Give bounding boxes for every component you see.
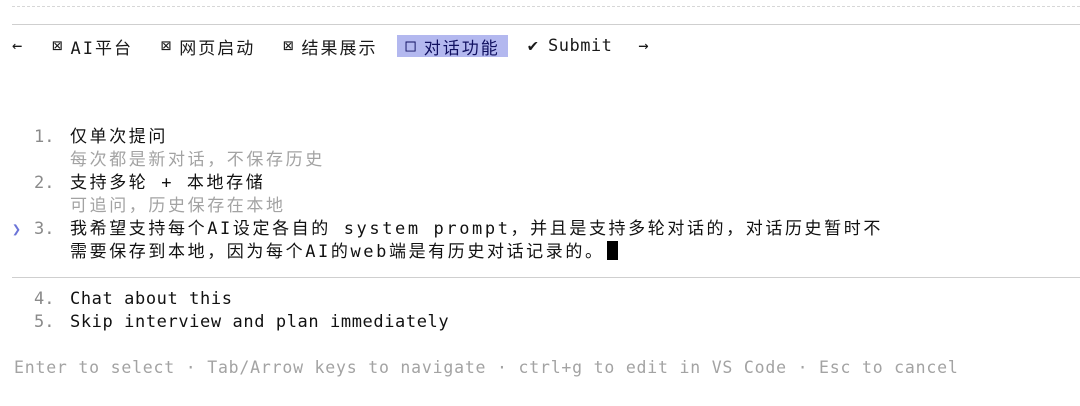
option-label: 仅单次提问 xyxy=(70,127,168,147)
tab-web-launch[interactable]: ⊠ 网页启动 xyxy=(153,35,263,59)
option-2-description-row: 可追问，历史保存在本地 xyxy=(12,195,883,218)
option-custom-input-line-2[interactable]: 需要保存到本地，因为每个AI的web端是有历史对话记录的。 xyxy=(70,241,605,264)
pointer-slot xyxy=(12,126,34,149)
option-5[interactable]: 5. Skip interview and plan immediately xyxy=(12,311,449,334)
checkmark-icon: ✔ xyxy=(527,36,538,56)
checked-box-icon: ⊠ xyxy=(52,36,63,56)
pointer-slot xyxy=(12,172,34,195)
options-divider xyxy=(12,277,1080,278)
header-divider xyxy=(12,24,1080,25)
option-list: 1. 仅单次提问 每次都是新对话，不保存历史 2. 支持多轮 + 本地存储 可追… xyxy=(12,126,883,264)
checked-box-icon: ⊠ xyxy=(283,36,294,56)
option-number: 3. xyxy=(34,219,55,239)
pointer-slot xyxy=(12,288,34,311)
option-description: 每次都是新对话，不保存历史 xyxy=(70,150,325,170)
option-label: Chat about this xyxy=(70,289,233,309)
tab-submit[interactable]: ✔ Submit xyxy=(520,35,621,57)
tab-ai-platform[interactable]: ⊠ AI平台 xyxy=(44,35,141,59)
secondary-option-list: 4. Chat about this 5. Skip interview and… xyxy=(12,288,449,334)
tab-label: 网页启动 xyxy=(179,38,256,59)
empty-box-icon: □ xyxy=(405,36,416,56)
tab-label: 对话功能 xyxy=(423,38,500,59)
back-arrow-icon[interactable]: ← xyxy=(12,36,26,56)
selection-pointer-icon: ❯ xyxy=(12,220,22,238)
option-1[interactable]: 1. 仅单次提问 xyxy=(12,126,883,149)
option-1-description-row: 每次都是新对话，不保存历史 xyxy=(12,149,883,172)
option-label: 支持多轮 + 本地存储 xyxy=(70,173,266,193)
pointer-slot xyxy=(12,311,34,334)
tab-label: Submit xyxy=(547,36,613,56)
option-number: 4. xyxy=(34,289,55,309)
tab-chat-feature[interactable]: □ 对话功能 xyxy=(397,35,508,59)
top-divider xyxy=(12,6,1080,7)
step-navigation: ← ⊠ AI平台 ⊠ 网页启动 ⊠ 结果展示 □ 对话功能 ✔ Submit → xyxy=(12,34,653,59)
option-3-continuation-row: 需要保存到本地，因为每个AI的web端是有历史对话记录的。 xyxy=(12,241,883,264)
option-label: Skip interview and plan immediately xyxy=(70,312,450,332)
tab-label: AI平台 xyxy=(70,38,133,59)
option-number: 1. xyxy=(34,127,55,147)
tab-result-display[interactable]: ⊠ 结果展示 xyxy=(275,35,385,59)
tab-label: 结果展示 xyxy=(301,38,378,59)
text-cursor xyxy=(606,241,618,260)
forward-arrow-icon[interactable]: → xyxy=(634,36,652,56)
option-2[interactable]: 2. 支持多轮 + 本地存储 xyxy=(12,172,883,195)
option-4[interactable]: 4. Chat about this xyxy=(12,288,449,311)
option-description: 可追问，历史保存在本地 xyxy=(70,196,286,216)
checked-box-icon: ⊠ xyxy=(160,36,172,56)
option-3[interactable]: ❯ 3. 我希望支持每个AI设定各自的 system prompt，并且是支持多… xyxy=(12,218,883,241)
option-number: 2. xyxy=(34,173,55,193)
keyboard-hint-footer: Enter to select · Tab/Arrow keys to navi… xyxy=(14,358,959,377)
option-number: 5. xyxy=(34,312,55,332)
option-custom-input-line-1[interactable]: 我希望支持每个AI设定各自的 system prompt，并且是支持多轮对话的，… xyxy=(70,218,883,241)
